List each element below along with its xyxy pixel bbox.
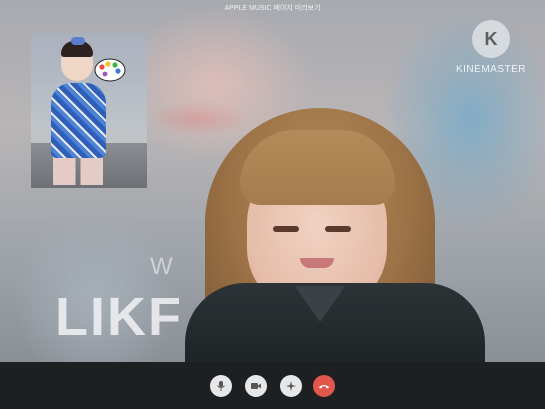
background-poster-text: LIKF bbox=[55, 287, 183, 347]
call-control-bar bbox=[0, 362, 545, 409]
pip-child-dress bbox=[51, 83, 106, 158]
video-camera-icon bbox=[251, 383, 261, 389]
participant-mouth bbox=[300, 258, 334, 268]
phone-hangup-icon bbox=[319, 385, 329, 389]
kinemaster-logo-icon: K bbox=[472, 20, 510, 58]
video-call-screen: W LIKF APPLE MUSIC 페이지 미리보기 K KINEMASTER bbox=[0, 0, 545, 409]
effects-button[interactable] bbox=[280, 375, 302, 397]
sparkle-effects-icon bbox=[286, 381, 296, 391]
pip-child-legs bbox=[53, 155, 103, 185]
participant-bangs bbox=[240, 130, 395, 205]
palette-sticker-icon bbox=[94, 58, 126, 82]
kinemaster-brand-text: KINEMASTER bbox=[455, 64, 526, 75]
background-poster-text-small: W bbox=[150, 253, 173, 280]
call-header-text: APPLE MUSIC 페이지 미리보기 bbox=[224, 5, 321, 12]
camera-toggle-button[interactable] bbox=[245, 375, 267, 397]
participant-left-eye bbox=[273, 226, 299, 232]
remote-participant bbox=[185, 108, 485, 362]
kinemaster-watermark: K KINEMASTER bbox=[455, 18, 527, 78]
participant-right-eye bbox=[325, 226, 351, 232]
pip-child-bow bbox=[71, 37, 85, 45]
mute-button[interactable] bbox=[210, 375, 232, 397]
microphone-icon bbox=[217, 381, 225, 391]
self-view-thumbnail[interactable] bbox=[31, 33, 147, 188]
end-call-button[interactable] bbox=[313, 375, 335, 397]
